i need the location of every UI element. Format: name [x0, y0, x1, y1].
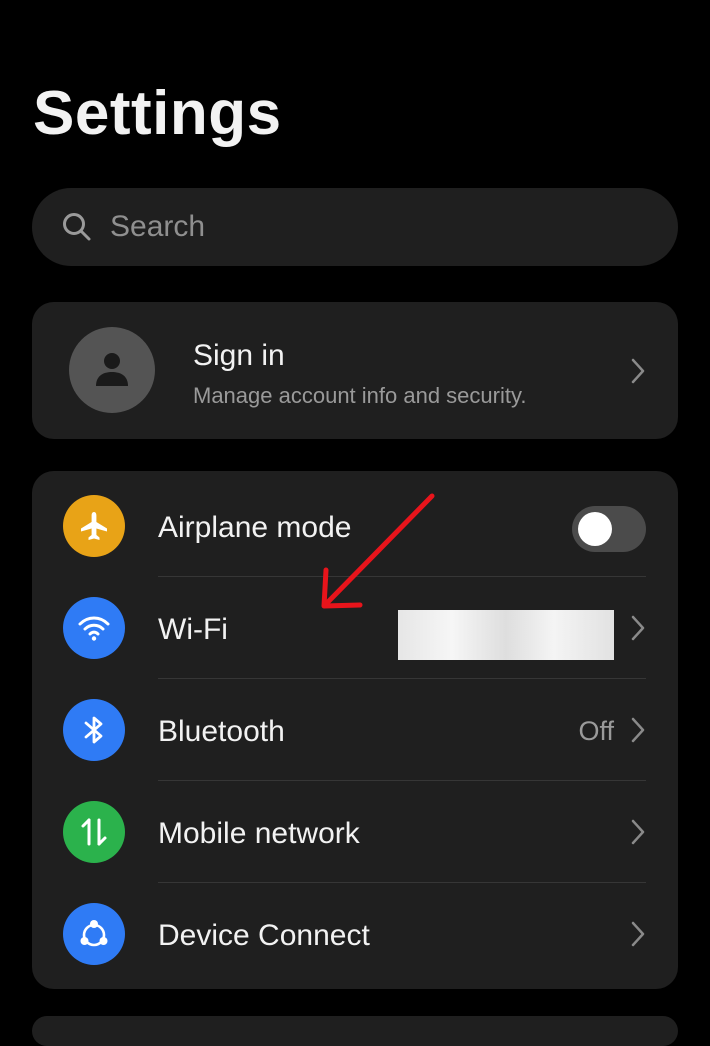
airplane-icon	[63, 495, 125, 557]
airplane-mode-toggle[interactable]	[572, 506, 646, 552]
avatar	[69, 327, 155, 413]
sign-in-subtitle: Manage account info and security.	[193, 383, 527, 408]
search-bar[interactable]	[32, 188, 678, 266]
mobile-data-icon	[63, 801, 125, 863]
wifi-network-name-redacted	[398, 610, 614, 660]
page-title: Settings	[33, 79, 282, 148]
chevron-right-icon	[630, 818, 646, 846]
account-card[interactable]: Sign in Manage account info and security…	[32, 302, 678, 439]
settings-item-mobile-network[interactable]: Mobile network	[32, 781, 678, 883]
chevron-right-icon	[630, 716, 646, 744]
mobile-network-label: Mobile network	[158, 817, 360, 850]
chevron-right-icon	[630, 920, 646, 948]
bluetooth-label: Bluetooth	[158, 715, 285, 748]
settings-item-device-connect[interactable]: Device Connect	[32, 883, 678, 985]
wifi-label: Wi-Fi	[158, 613, 228, 646]
person-icon	[96, 353, 128, 386]
next-settings-card	[32, 1016, 678, 1046]
search-icon	[60, 210, 94, 244]
wifi-icon	[63, 597, 125, 659]
search-input[interactable]	[108, 209, 632, 245]
chevron-right-icon	[630, 357, 646, 385]
sign-in-title: Sign in	[193, 339, 285, 372]
toggle-knob	[578, 512, 612, 546]
chevron-right-icon	[630, 614, 646, 642]
bluetooth-icon	[63, 699, 125, 761]
device-connect-icon	[63, 903, 125, 965]
settings-item-bluetooth[interactable]: Bluetooth Off	[32, 679, 678, 781]
bluetooth-status: Off	[578, 716, 614, 746]
annotation-arrow-icon	[321, 493, 435, 609]
device-connect-label: Device Connect	[158, 919, 370, 952]
